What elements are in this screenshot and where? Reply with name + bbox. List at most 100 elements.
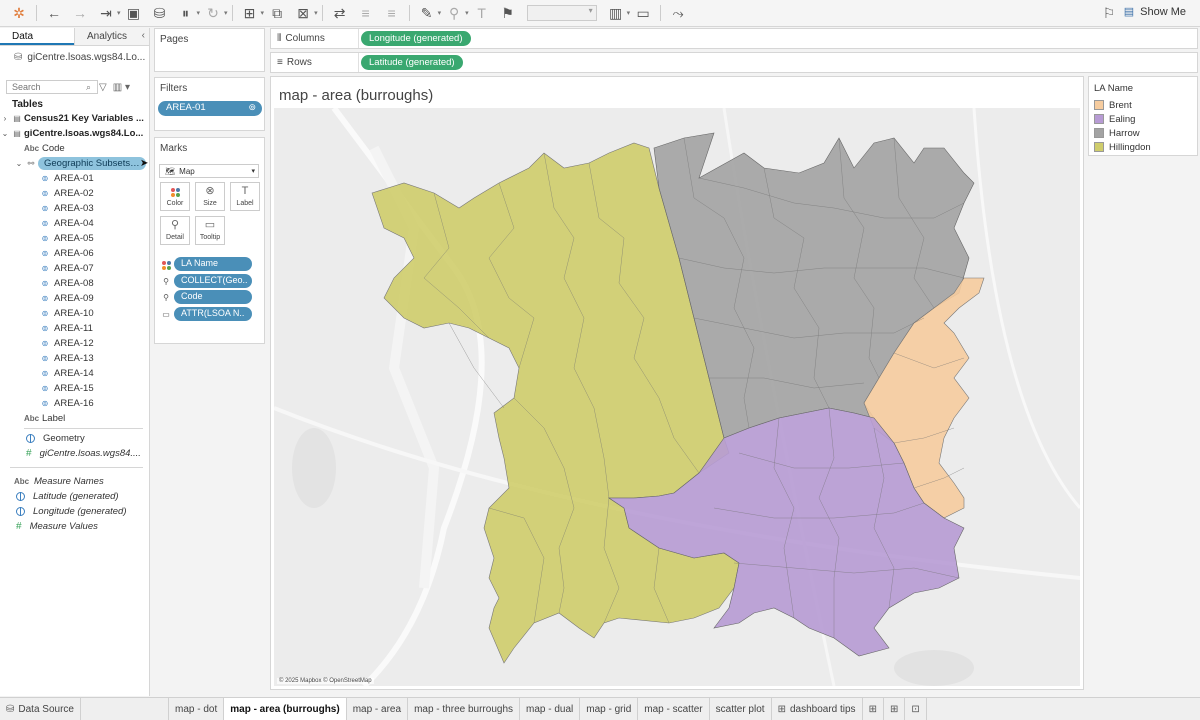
field-row[interactable]: Abc Label	[0, 411, 149, 426]
group-dropdown-icon[interactable]: ▾	[465, 9, 469, 17]
refresh-dropdown-icon[interactable]: ▾	[224, 9, 228, 17]
color-button[interactable]: Color	[160, 182, 190, 211]
fit-select[interactable]	[526, 5, 597, 21]
area-subset-row[interactable]: ⊚ AREA-13	[0, 351, 149, 366]
filter-icon[interactable]: ▽	[99, 82, 107, 93]
view-options-icon[interactable]: ▥ ▾	[113, 82, 130, 93]
table-row[interactable]: ⌄ ▤ giCentre.lsoas.wgs84.Lo...	[0, 126, 149, 141]
geographic-subsets-pill[interactable]: Geographic Subsets ...	[38, 157, 146, 170]
mark-field-pill[interactable]: LA Name	[174, 257, 252, 271]
field-row[interactable]: Abc Code	[0, 141, 149, 156]
mark-field-pill[interactable]: Code	[174, 290, 252, 304]
rows-shelf[interactable]: ≡ Rows Latitude (generated)	[270, 52, 1198, 73]
save-icon[interactable]: ▣	[123, 2, 145, 24]
data-source-row[interactable]: ⛁ giCentre.lsoas.wgs84.Lo...	[0, 46, 149, 68]
field-row[interactable]: # giCentre.lsoas.wgs84....	[0, 446, 149, 461]
new-worksheet-tab[interactable]: ⊞	[863, 698, 884, 720]
sheet-tab[interactable]: ⊞ dashboard tips	[772, 698, 863, 720]
area-subset-row[interactable]: ⊚ AREA-11	[0, 321, 149, 336]
collapse-pane-icon[interactable]: ‹	[142, 30, 145, 41]
size-button[interactable]: ⊗ Size	[195, 182, 225, 211]
field-row[interactable]: Abc Measure Names	[0, 474, 149, 489]
tableau-logo-icon[interactable]: ✲	[8, 2, 30, 24]
field-row[interactable]: Longitude (generated)	[0, 504, 149, 519]
field-row[interactable]: Geometry	[0, 431, 149, 446]
sheet-tab[interactable]: map - scatter	[638, 698, 710, 720]
replay-dropdown-icon[interactable]: ▾	[117, 9, 121, 17]
area-subset-row[interactable]: ⊚ AREA-07	[0, 261, 149, 276]
replay-icon[interactable]: ⇥	[95, 2, 117, 24]
sort-asc-icon[interactable]: ≡	[355, 2, 377, 24]
legend-item[interactable]: Brent	[1089, 98, 1197, 112]
new-story-tab[interactable]: ⊡	[905, 698, 927, 720]
field-row[interactable]: Latitude (generated)	[0, 489, 149, 504]
pause-dropdown-icon[interactable]: ▾	[197, 9, 201, 17]
sheet-tab[interactable]: map - grid	[580, 698, 639, 720]
sheet-tab[interactable]: map - three burroughs	[408, 698, 521, 720]
duplicate-icon[interactable]: ⧉	[266, 2, 288, 24]
sort-desc-icon[interactable]: ≡	[381, 2, 403, 24]
mark-field-pill[interactable]: COLLECT(Geo..	[174, 274, 252, 288]
area-subset-row[interactable]: ⊚ AREA-08	[0, 276, 149, 291]
sheet-title[interactable]: map - area (burroughs)	[279, 87, 433, 104]
area-subset-row[interactable]: ⊚ AREA-12	[0, 336, 149, 351]
share-icon[interactable]: ⤳	[667, 2, 689, 24]
sheet-tab[interactable]: map - area	[347, 698, 409, 720]
area-subset-row[interactable]: ⊚ AREA-04	[0, 216, 149, 231]
filter-pill[interactable]: AREA-01 ⊚	[158, 101, 262, 116]
legend-item[interactable]: Ealing	[1089, 112, 1197, 126]
columns-pill[interactable]: Longitude (generated)	[361, 31, 471, 46]
area-subset-row[interactable]: ⊚ AREA-05	[0, 231, 149, 246]
area-subset-row[interactable]: ⊚ AREA-06	[0, 246, 149, 261]
sheet-tab[interactable]: map - dual	[520, 698, 581, 720]
tab-analytics[interactable]: Analytics ‹	[74, 28, 149, 45]
mark-field-row[interactable]: ⚲ COLLECT(Geo..	[161, 274, 252, 288]
mark-field-row[interactable]: ⚲ Code	[161, 290, 252, 304]
refresh-icon[interactable]: ↻	[202, 2, 224, 24]
format-painter-icon[interactable]: ⚐	[1098, 2, 1120, 24]
sheet-tab[interactable]: map - dot	[169, 698, 225, 720]
tab-data-source[interactable]: ⛁ Data Source	[0, 698, 81, 720]
presentation-icon[interactable]: ▭	[632, 2, 654, 24]
area-subset-row[interactable]: ⊚ AREA-01	[0, 171, 149, 186]
columns-shelf[interactable]: ⦀ Columns Longitude (generated)	[270, 28, 1198, 49]
map-svg[interactable]	[274, 108, 1080, 686]
chevron-right-icon[interactable]: ›	[0, 114, 10, 123]
pin-icon[interactable]: ⚑	[497, 2, 519, 24]
map-attribution[interactable]: © 2025 Mapbox © OpenStreetMap	[277, 678, 374, 684]
search-input[interactable]	[6, 80, 98, 94]
fit-icon[interactable]: ▥	[605, 2, 627, 24]
area-subset-row[interactable]: ⊚ AREA-10	[0, 306, 149, 321]
label-button[interactable]: T Label	[230, 182, 260, 211]
area-subset-row[interactable]: ⊚ AREA-09	[0, 291, 149, 306]
rows-pill[interactable]: Latitude (generated)	[361, 55, 463, 70]
area-subset-row[interactable]: ⊚ AREA-15	[0, 381, 149, 396]
sheet-tab[interactable]: scatter plot	[710, 698, 772, 720]
fit-dropdown-icon[interactable]: ▾	[627, 9, 631, 17]
mark-type-select[interactable]: 🗺 Map ▾	[159, 164, 259, 178]
highlight-dropdown-icon[interactable]: ▾	[438, 9, 442, 17]
detail-button[interactable]: ⚲ Detail	[160, 216, 190, 245]
new-dashboard-tab[interactable]: ⊞	[884, 698, 906, 720]
new-worksheet-icon[interactable]: ⊞	[239, 2, 261, 24]
legend-item[interactable]: Harrow	[1089, 126, 1197, 140]
chevron-down-icon[interactable]: ⌄	[14, 159, 24, 168]
area-subset-row[interactable]: ⊚ AREA-14	[0, 366, 149, 381]
area-subset-row[interactable]: ⊚ AREA-16	[0, 396, 149, 411]
labels-icon[interactable]: T	[471, 2, 493, 24]
field-row-geographic-subsets[interactable]: ⌄ ⚯ Geographic Subsets ... ➤	[0, 156, 149, 171]
redo-icon[interactable]: →	[69, 2, 91, 24]
mark-field-pill[interactable]: ATTR(LSOA N..	[174, 307, 252, 321]
table-row[interactable]: › ▤ Census21 Key Variables ...	[0, 111, 149, 126]
group-icon[interactable]: ⚲	[443, 2, 465, 24]
chevron-down-icon[interactable]: ⌄	[0, 129, 10, 138]
new-worksheet-dropdown-icon[interactable]: ▾	[261, 9, 265, 17]
highlight-icon[interactable]: ✎	[416, 2, 438, 24]
pause-icon[interactable]: ⏸	[175, 2, 197, 24]
new-datasource-icon[interactable]: ⛁	[149, 2, 171, 24]
area-subset-row[interactable]: ⊚ AREA-03	[0, 201, 149, 216]
mark-field-row[interactable]: LA Name	[161, 257, 252, 271]
area-subset-row[interactable]: ⊚ AREA-02	[0, 186, 149, 201]
map-canvas[interactable]: © 2025 Mapbox © OpenStreetMap	[274, 108, 1080, 686]
tab-data[interactable]: Data	[0, 28, 74, 45]
